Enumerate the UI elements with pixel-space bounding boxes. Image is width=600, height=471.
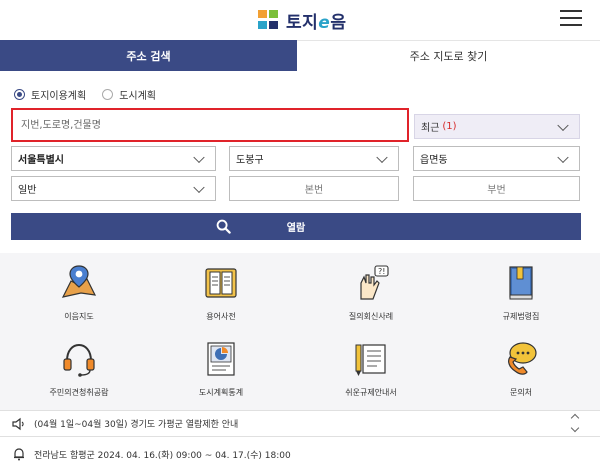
radio-city-plan[interactable]: 도시계획: [102, 87, 156, 102]
guide-pencil-icon: [351, 339, 391, 379]
menu-item-label: 이음지도: [64, 312, 94, 321]
notice-bar[interactable]: (04월 1일~04월 30일) 경기도 가평군 열람제한 안내: [0, 410, 600, 436]
map-pin-icon: [59, 263, 99, 303]
search-icon: [216, 219, 231, 234]
book-icon: [201, 263, 241, 303]
notice-scroll-arrows[interactable]: [568, 413, 582, 435]
phone-chat-icon: [501, 339, 541, 379]
chevron-down-icon: [376, 151, 388, 163]
recent-count: (1): [442, 121, 457, 132]
bubun-input[interactable]: 부번: [413, 176, 580, 201]
chevron-down-icon: [193, 181, 205, 193]
question-hand-icon: ?!: [351, 263, 391, 303]
address-search-input[interactable]: [11, 108, 409, 142]
bonbun-input[interactable]: 본번: [229, 176, 399, 201]
statistics-icon: [201, 339, 241, 379]
chevron-down-icon: [557, 151, 569, 163]
headset-icon: [59, 339, 99, 379]
schedule-notice[interactable]: 전라남도 함평군 2024. 04. 16.(화) 09:00 ~ 04. 17…: [0, 436, 600, 471]
view-button-label: 열람: [286, 223, 306, 234]
chevron-down-icon: [193, 151, 205, 163]
logo-mark-icon: [258, 10, 280, 30]
menu-item-easy-regulation-guide[interactable]: 쉬운규제안내서: [296, 329, 446, 407]
search-tabs: 주소 검색 주소 지도로 찾기: [0, 40, 600, 71]
menu-item-eum-map[interactable]: 이음지도: [4, 253, 154, 331]
land-type-select[interactable]: 일반: [11, 176, 216, 201]
menu-item-label: 쉬운규제안내서: [345, 388, 397, 397]
menu-item-label: 규제법령집: [502, 312, 540, 321]
menu-item-label: 문의처: [509, 388, 533, 397]
notice-text: 전라남도 함평군 2024. 04. 16.(화) 09:00 ~ 04. 17…: [34, 450, 291, 461]
recent-label: 최근: [421, 123, 440, 134]
radio-dot: [102, 89, 114, 100]
menu-grid: 이음지도 용어사전 ?! 질의회신사례 규제법령집 주민의견청취공람 도시계획통…: [0, 253, 600, 410]
svg-text:?!: ?!: [378, 267, 385, 276]
logo[interactable]: 토지e음: [258, 9, 347, 33]
law-book-icon: [501, 263, 541, 303]
header: 토지e음: [0, 0, 600, 40]
eupmyeondong-value: 읍면동: [420, 155, 448, 166]
sigungu-select[interactable]: 도봉구: [229, 146, 399, 171]
menu-item-glossary[interactable]: 용어사전: [146, 253, 296, 331]
menu-item-contact[interactable]: 문의처: [446, 329, 596, 407]
radio-label: 토지이용계획: [31, 91, 87, 102]
sigungu-value: 도봉구: [236, 155, 264, 166]
menu-item-resident-opinion[interactable]: 주민의견청취공람: [4, 329, 154, 407]
view-button[interactable]: 열람: [11, 213, 581, 240]
tab-map-search[interactable]: 주소 지도로 찾기: [297, 40, 600, 71]
menu-item-label: 도시계획통계: [198, 388, 244, 397]
logo-text: 토지e음: [286, 12, 347, 33]
hamburger-menu-icon[interactable]: [560, 10, 582, 28]
chevron-down-icon[interactable]: [570, 423, 580, 433]
tab-address-search[interactable]: 주소 검색: [0, 40, 297, 71]
sido-value: 서울특별시: [18, 155, 64, 166]
bell-icon: [14, 448, 24, 461]
land-type-value: 일반: [18, 185, 37, 196]
radio-dot: [14, 89, 25, 100]
menu-item-urban-statistics[interactable]: 도시계획통계: [146, 329, 296, 407]
speaker-icon: [12, 417, 24, 430]
menu-item-label: 용어사전: [206, 312, 236, 321]
notice-text: (04월 1일~04월 30일) 경기도 가평군 열람제한 안내: [34, 420, 239, 430]
plan-type-radios: 토지이용계획 도시계획: [14, 87, 156, 102]
menu-item-qa-cases[interactable]: ?! 질의회신사례: [296, 253, 446, 331]
chevron-down-icon: [557, 119, 569, 131]
chevron-up-icon[interactable]: [570, 413, 580, 423]
menu-item-label: 질의회신사례: [348, 312, 394, 321]
sido-select[interactable]: 서울특별시: [11, 146, 216, 171]
radio-label: 도시계획: [119, 91, 157, 102]
recent-searches-dropdown[interactable]: 최근 (1): [414, 114, 580, 139]
menu-item-regulation-laws[interactable]: 규제법령집: [446, 253, 596, 331]
menu-item-label: 주민의견청취공람: [49, 388, 109, 397]
eupmyeondong-select[interactable]: 읍면동: [413, 146, 580, 171]
search-panel: 토지이용계획 도시계획 최근 (1) 서울특별시 도봉구 읍면동 일반 본번 부…: [0, 71, 600, 253]
radio-land-use-plan[interactable]: 토지이용계획: [14, 87, 86, 102]
